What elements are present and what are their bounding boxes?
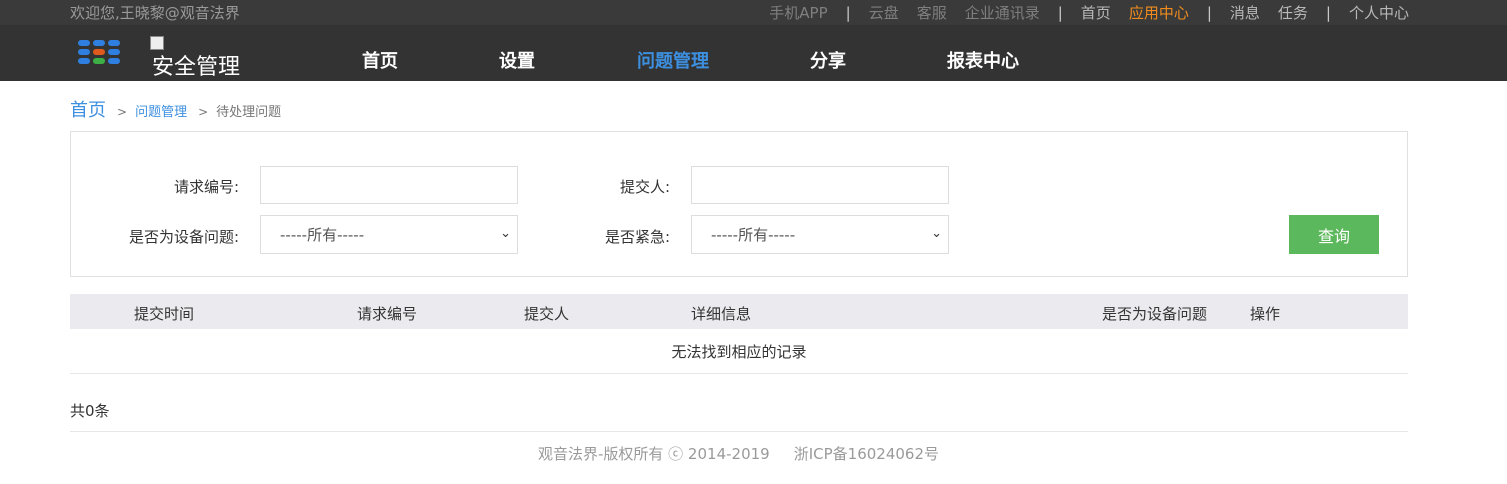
col-request-no[interactable]: 请求编号 [357,303,417,324]
query-button[interactable]: 查询 [1289,215,1379,254]
breadcrumb-issue-management[interactable]: 问题管理 [135,101,187,120]
top-links: 手机APP | 云盘 客服 企业通讯录 | 首页 应用中心 | 消息 任务 | … [751,2,1409,23]
grid-dot [78,49,90,55]
breadcrumb-separator: > [117,105,128,119]
urgent-select[interactable]: -----所有----- ⌄ [691,215,949,254]
link-customer-service[interactable]: 客服 [917,2,947,23]
link-contacts[interactable]: 企业通讯录 [965,2,1040,23]
welcome-text: 欢迎您,王晓黎@观音法界 [70,4,240,22]
chevron-down-icon: ⌄ [500,226,511,241]
col-submit-time[interactable]: 提交时间 [134,303,194,324]
total-count: 共0条 [70,402,110,420]
link-messages[interactable]: 消息 [1230,2,1260,23]
logo: 安全管理 [150,35,240,81]
grid-dot [93,40,105,46]
breadcrumb-separator: > [198,105,209,119]
separator: | [845,3,851,22]
col-actions: 操作 [1250,305,1281,323]
separator: | [1206,3,1212,22]
footer-divider [70,431,1408,432]
col-device-issue[interactable]: 是否为设备问题 [1102,303,1207,324]
search-panel: 请求编号: 提交人: 是否为设备问题: -----所有----- ⌄ 是否紧急:… [70,131,1408,277]
link-cloud-disk[interactable]: 云盘 [869,2,899,23]
separator: | [1325,3,1331,22]
urgent-label: 是否紧急: [604,228,670,246]
grid-dot [78,58,90,64]
grid-dot [108,49,120,55]
request-no-input[interactable] [260,166,518,204]
link-profile[interactable]: 个人中心 [1349,2,1409,23]
nav-settings[interactable]: 设置 [499,47,535,73]
col-submitter[interactable]: 提交人 [524,303,569,324]
icp-text[interactable]: 浙ICP备16024062号 [794,445,939,463]
logo-text: 安全管理 [152,55,241,80]
separator: | [1057,3,1063,22]
submitter-label: 提交人: [619,178,670,196]
nav-issue-management[interactable]: 问题管理 [637,47,709,73]
app-grid-icon[interactable] [78,40,120,66]
nav-share[interactable]: 分享 [810,47,846,73]
link-app-center[interactable]: 应用中心 [1129,2,1189,23]
link-tasks[interactable]: 任务 [1278,2,1308,23]
link-home[interactable]: 首页 [1081,2,1111,23]
submitter-input[interactable] [691,166,949,204]
col-details[interactable]: 详细信息 [691,303,751,324]
top-bar: 欢迎您,王晓黎@观音法界 手机APP | 云盘 客服 企业通讯录 | 首页 应用… [0,0,1507,25]
grid-dot [93,58,105,64]
link-mobile-app[interactable]: 手机APP [769,2,827,23]
device-issue-selected: -----所有----- [280,226,365,244]
copyright-text: 观音法界-版权所有 ⓒ 2014-2019 [537,445,770,463]
breadcrumb-current: 待处理问题 [216,105,282,120]
footer: 观音法界-版权所有 ⓒ 2014-2019 浙ICP备16024062号 [0,443,1477,464]
broken-image-icon [150,36,164,50]
empty-message: 无法找到相应的记录 [70,329,1408,374]
urgent-selected: -----所有----- [711,226,796,244]
request-no-label: 请求编号: [173,178,239,196]
grid-dot [78,40,90,46]
nav-home[interactable]: 首页 [362,47,398,73]
device-issue-select[interactable]: -----所有----- ⌄ [260,215,518,254]
grid-dot [108,40,120,46]
nav-report-center[interactable]: 报表中心 [947,47,1019,73]
table-header: 提交时间 请求编号 提交人 详细信息 是否为设备问题 操作 [70,294,1408,329]
device-issue-label: 是否为设备问题: [128,228,239,246]
chevron-down-icon: ⌄ [931,226,942,241]
breadcrumb: 首页 > 问题管理 > 待处理问题 [70,96,281,122]
grid-dot [108,58,120,64]
breadcrumb-home[interactable]: 首页 [70,96,106,122]
grid-dot [93,49,105,55]
issues-table: 提交时间 请求编号 提交人 详细信息 是否为设备问题 操作 无法找到相应的记录 [70,294,1408,374]
main-nav: 安全管理 首页 设置 问题管理 分享 报表中心 [0,25,1507,81]
